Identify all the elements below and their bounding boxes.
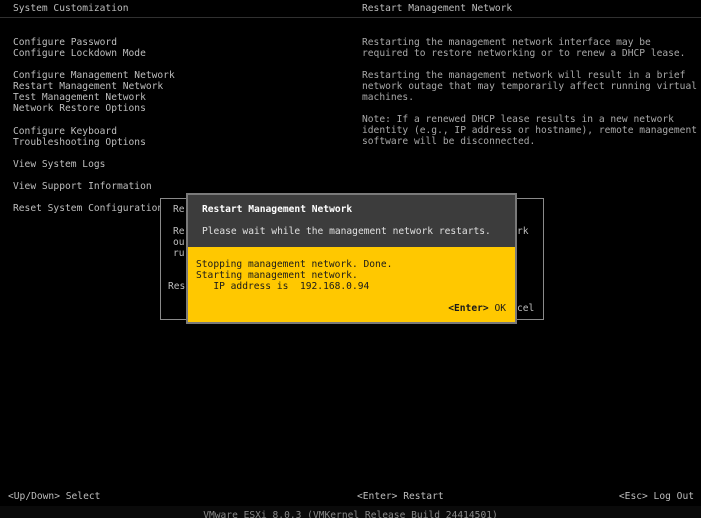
description-paragraph-3: Note: If a renewed DHCP lease results in… [362, 114, 698, 147]
description-paragraph-2: Restarting the management network will r… [362, 70, 698, 103]
menu-item-restart-management-network[interactable]: Restart Management Network [13, 81, 163, 92]
bg-dialog-text-fragment: rk [517, 226, 529, 237]
menu-item-network-restore-options[interactable]: Network Restore Options [13, 103, 146, 114]
dialog-status-text: Stopping management network. Done. Start… [196, 259, 392, 292]
ok-button[interactable]: <Enter> OK [448, 303, 506, 314]
right-panel-title: Restart Management Network [362, 3, 513, 14]
menu-item-configure-password[interactable]: Configure Password [13, 37, 117, 48]
menu-item-configure-management-network[interactable]: Configure Management Network [13, 70, 175, 81]
enter-key-label: <Enter> [448, 303, 489, 314]
bg-dialog-restart-option[interactable]: Res [168, 281, 185, 292]
status-line-starting: Starting management network. [196, 270, 358, 281]
ok-label: OK [488, 303, 506, 314]
bg-dialog-text-fragment: ru [173, 248, 185, 259]
menu-item-reset-system-configuration[interactable]: Reset System Configuration [13, 203, 163, 214]
bg-dialog-text-fragment: Re [173, 226, 185, 237]
description-paragraph-1: Restarting the management network interf… [362, 37, 686, 59]
menu-item-configure-lockdown-mode[interactable]: Configure Lockdown Mode [13, 48, 146, 59]
menu-item-test-management-network[interactable]: Test Management Network [13, 92, 146, 103]
hint-select: <Up/Down> Select [8, 491, 101, 502]
menu-item-view-system-logs[interactable]: View System Logs [13, 159, 105, 170]
restart-progress-dialog: Restart Management Network Please wait w… [186, 193, 517, 324]
menu-item-troubleshooting-options[interactable]: Troubleshooting Options [13, 137, 146, 148]
bg-dialog-cancel-option[interactable]: cel [517, 303, 534, 314]
key-hints-bar: <Up/Down> Select <Enter> Restart <Esc> L… [0, 489, 701, 503]
bg-dialog-title-fragment: Re [173, 204, 185, 215]
left-panel-title: System Customization [13, 3, 129, 14]
dialog-title: Restart Management Network [202, 204, 353, 215]
hint-restart: <Enter> Restart [357, 491, 444, 502]
menu-item-configure-keyboard[interactable]: Configure Keyboard [13, 126, 117, 137]
version-footer: VMware ESXi 8.0.3 (VMKernel Release Buil… [0, 506, 701, 518]
status-line-stopping: Stopping management network. Done. [196, 259, 393, 270]
dialog-message: Please wait while the management network… [202, 226, 491, 237]
status-line-ip-address: IP address is 192.168.0.94 [196, 281, 370, 292]
menu-item-view-support-information[interactable]: View Support Information [13, 181, 152, 192]
hint-log-out: <Esc> Log Out [618, 491, 694, 502]
bg-dialog-text-fragment: ou [173, 237, 185, 248]
dialog-header: Restart Management Network Please wait w… [188, 195, 515, 247]
